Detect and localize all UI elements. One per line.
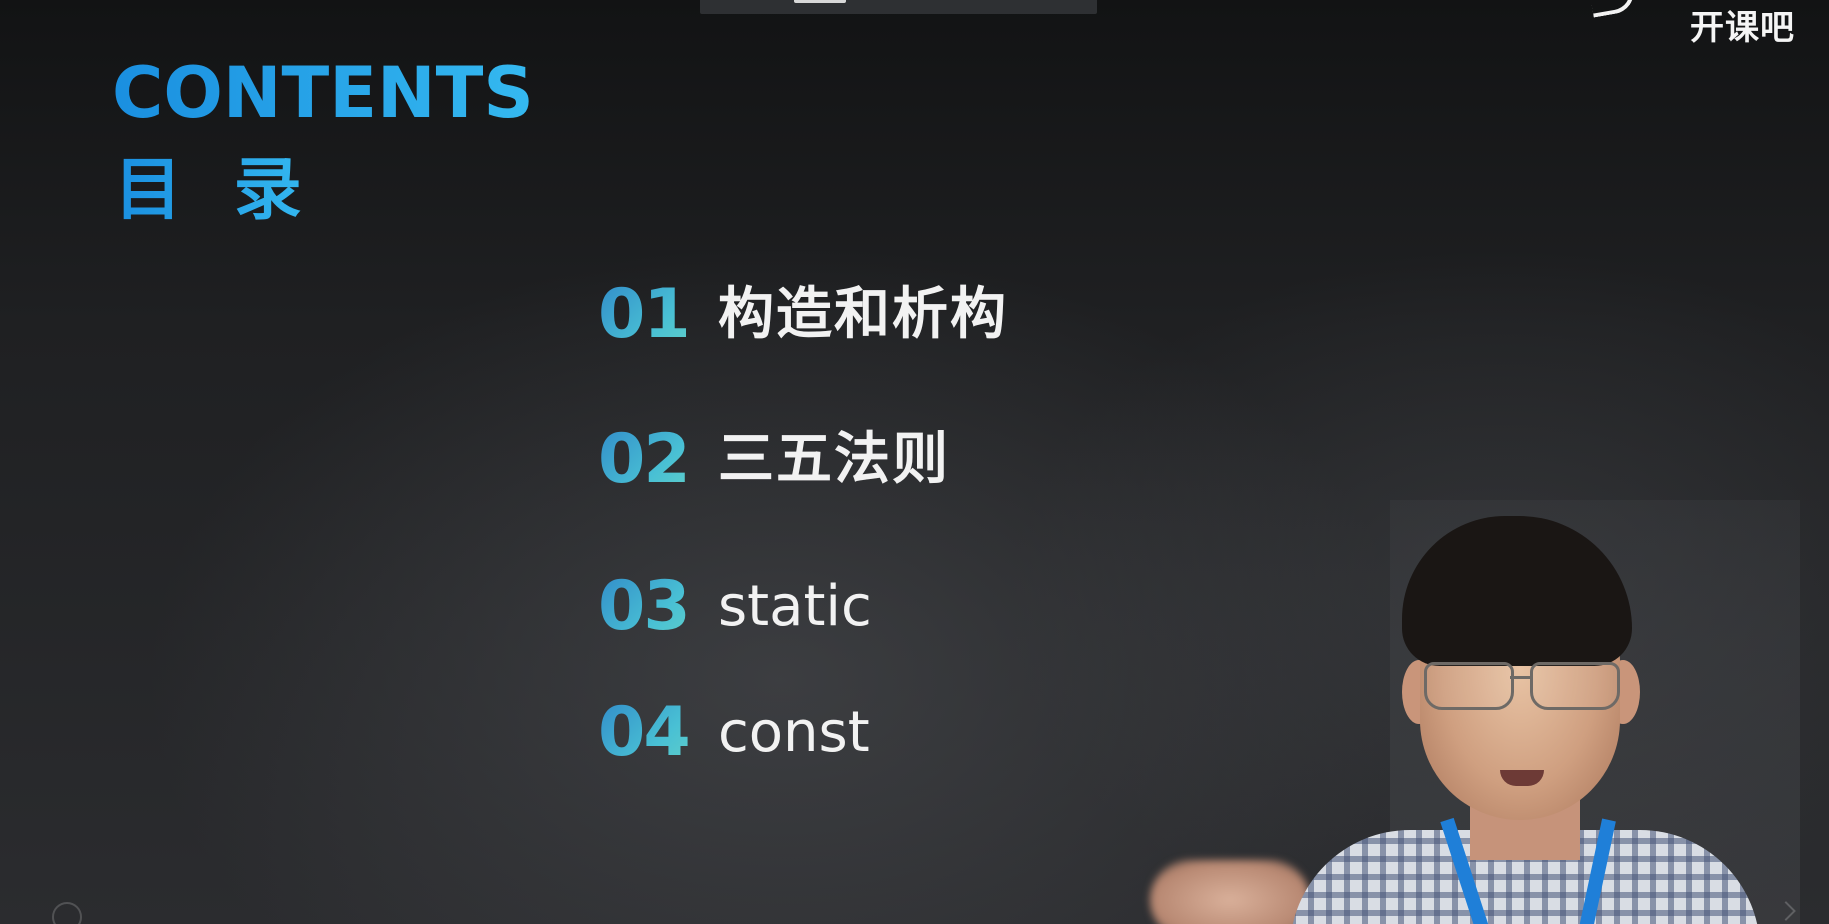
brand-name: 开课吧 bbox=[1690, 8, 1795, 48]
toc-label: const bbox=[718, 700, 870, 765]
toc-number: 02 bbox=[598, 415, 718, 505]
slide-stage: 开课吧 CONTENTS 目 录 01 构造和析构 02 三五法则 03 sta… bbox=[0, 0, 1829, 924]
toolbar-handle[interactable] bbox=[794, 0, 846, 3]
toc-number: 01 bbox=[598, 270, 718, 360]
brand-logo: 开课吧 bbox=[1588, 0, 1795, 48]
toc-label: 构造和析构 bbox=[718, 282, 1008, 347]
glasses-lens-right bbox=[1530, 662, 1620, 710]
toc-item-02: 02 三五法则 bbox=[598, 415, 950, 505]
presenter-hand bbox=[1150, 860, 1310, 924]
presenter-video bbox=[1140, 500, 1800, 924]
toc-item-01: 01 构造和析构 bbox=[598, 270, 1008, 360]
toc-number: 03 bbox=[598, 562, 718, 652]
page-title: CONTENTS bbox=[112, 48, 534, 138]
toc-label: 三五法则 bbox=[718, 427, 950, 492]
toc-item-04: 04 const bbox=[598, 688, 870, 778]
top-toolbar[interactable] bbox=[700, 0, 1097, 14]
toc-label: static bbox=[718, 574, 872, 639]
toc-number: 04 bbox=[598, 688, 718, 778]
glasses-icon bbox=[1410, 662, 1630, 712]
brand-swoosh-icon bbox=[1588, 0, 1638, 18]
glasses-bridge bbox=[1510, 676, 1532, 679]
page-subtitle: 目 录 bbox=[114, 146, 316, 236]
glasses-lens-left bbox=[1424, 662, 1514, 710]
headphone-icon[interactable] bbox=[52, 902, 82, 924]
toc-item-03: 03 static bbox=[598, 562, 872, 652]
